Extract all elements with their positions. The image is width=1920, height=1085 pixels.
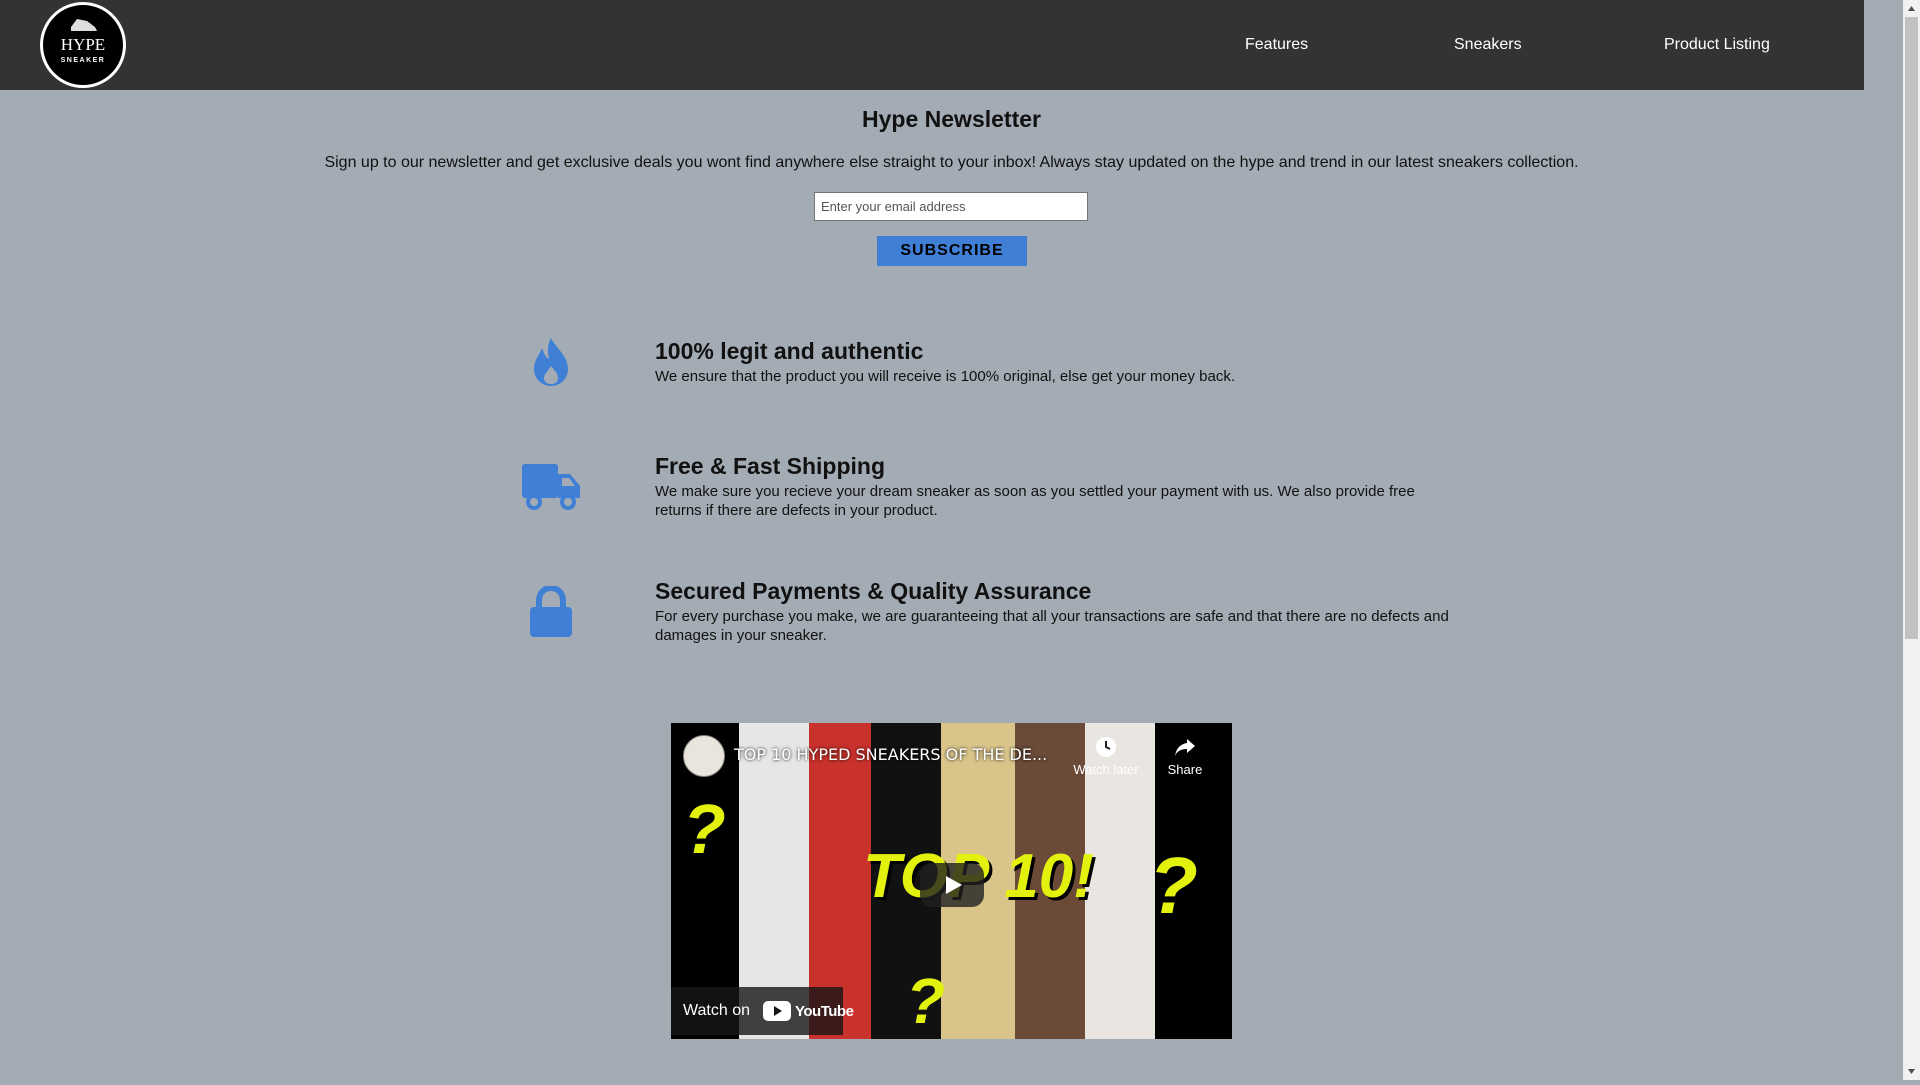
feature-title: Secured Payments & Quality Assurance bbox=[655, 578, 1092, 604]
play-icon bbox=[946, 876, 962, 894]
svg-text:?: ? bbox=[906, 965, 945, 1037]
nav-product-listing[interactable]: Product Listing bbox=[1664, 36, 1770, 54]
feature-description: For every purchase you make, we are guar… bbox=[655, 608, 1449, 644]
feature-description: We make sure you recieve your dream snea… bbox=[655, 483, 1415, 519]
watch-later-label: Watch later bbox=[1073, 762, 1139, 777]
hype-sneaker-logo[interactable]: HYPE SNEAKER bbox=[40, 2, 126, 88]
caret-up-icon bbox=[1908, 6, 1915, 11]
email-field[interactable] bbox=[814, 192, 1088, 221]
youtube-icon bbox=[763, 1001, 791, 1021]
subscribe-button[interactable]: SUBSCRIBE bbox=[877, 236, 1027, 266]
site-header: HYPE SNEAKER Features Sneakers Product L… bbox=[0, 0, 1864, 90]
share-icon bbox=[1175, 739, 1195, 756]
svg-text:?: ? bbox=[1149, 841, 1198, 930]
feature-title: 100% legit and authentic bbox=[655, 338, 924, 364]
youtube-video-embed[interactable]: ? ? ? TOP 10! TOP 10 HYPED SNEAKERS OF T… bbox=[671, 723, 1232, 1039]
newsletter-title: Hype Newsletter bbox=[862, 106, 1041, 132]
channel-avatar[interactable] bbox=[683, 735, 725, 777]
feature-description: We ensure that the product you will rece… bbox=[655, 368, 1236, 385]
caret-down-icon bbox=[1908, 1069, 1915, 1074]
truck-icon bbox=[522, 464, 580, 510]
share-button[interactable]: Share bbox=[1145, 735, 1225, 777]
nav-sneakers[interactable]: Sneakers bbox=[1454, 36, 1522, 54]
svg-text:?: ? bbox=[683, 790, 726, 868]
youtube-wordmark: YouTube bbox=[795, 1003, 854, 1020]
scroll-up-arrow[interactable] bbox=[1903, 0, 1920, 17]
scrollbar-thumb[interactable] bbox=[1905, 17, 1918, 639]
play-button[interactable] bbox=[920, 863, 984, 907]
scroll-down-arrow[interactable] bbox=[1903, 1063, 1920, 1080]
feature-title: Free & Fast Shipping bbox=[655, 453, 886, 479]
svg-text:HYPE: HYPE bbox=[61, 35, 105, 54]
svg-text:SNEAKER: SNEAKER bbox=[61, 57, 106, 64]
watch-on-youtube-button[interactable]: Watch on YouTube bbox=[671, 987, 854, 1035]
page-scrollbar[interactable] bbox=[1903, 0, 1920, 1080]
video-title[interactable]: TOP 10 HYPED SNEAKERS OF THE DE... bbox=[734, 745, 1047, 764]
share-label: Share bbox=[1167, 762, 1203, 777]
fire-icon bbox=[534, 338, 568, 386]
newsletter-description: Sign up to our newsletter and get exclus… bbox=[324, 154, 1579, 171]
nav-features[interactable]: Features bbox=[1245, 36, 1308, 54]
watch-later-button[interactable]: Watch later bbox=[1066, 735, 1146, 777]
sneaker-icon: HYPE SNEAKER bbox=[61, 19, 106, 64]
watch-on-label: Watch on bbox=[683, 1002, 750, 1019]
lock-icon bbox=[530, 586, 572, 637]
clock-icon bbox=[1096, 737, 1116, 757]
